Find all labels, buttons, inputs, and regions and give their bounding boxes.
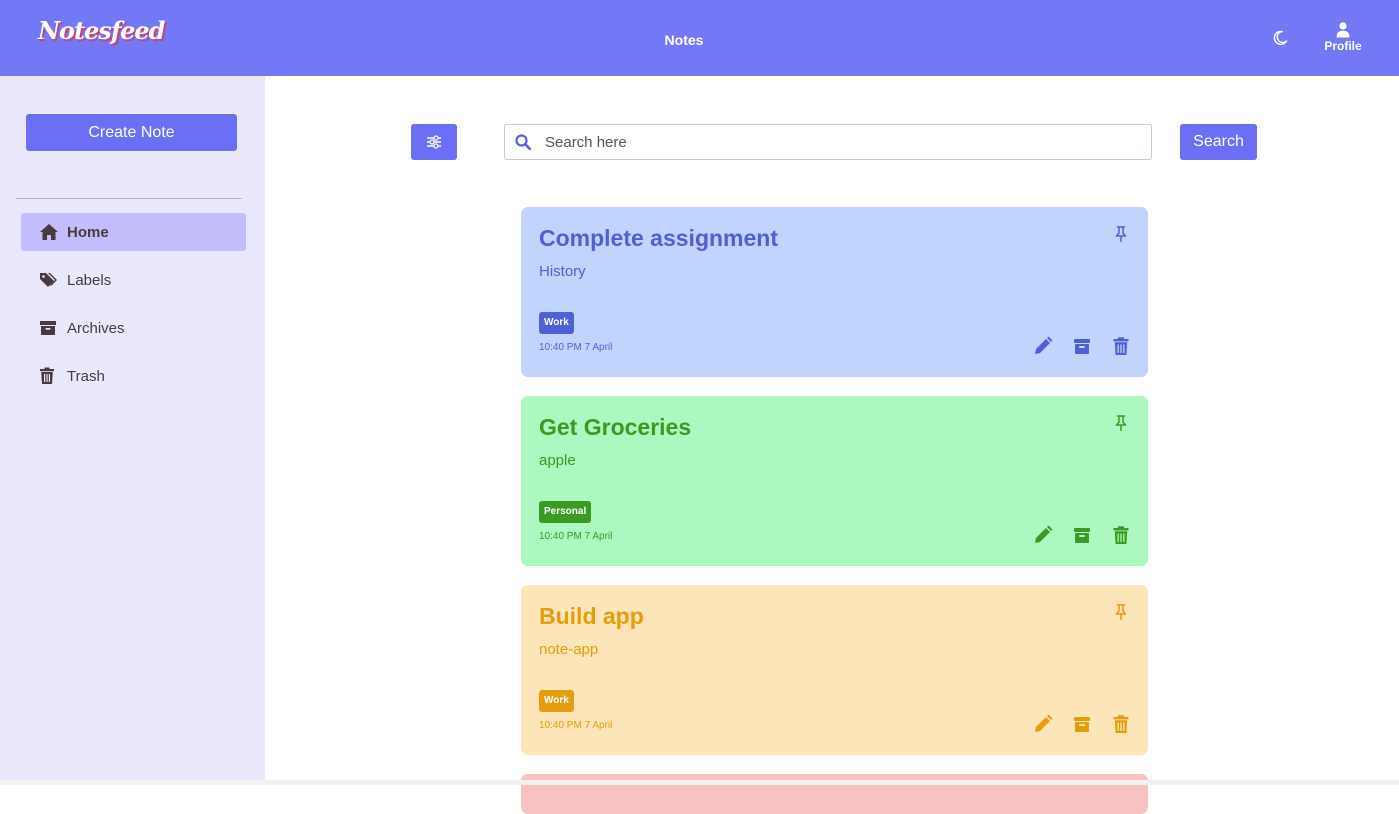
moon-icon[interactable] <box>1272 30 1288 46</box>
trash-icon[interactable] <box>1111 714 1131 734</box>
profile-label: Profile <box>1324 39 1362 53</box>
note-actions <box>1033 525 1150 545</box>
search-icon <box>515 134 531 150</box>
pin-icon[interactable] <box>1114 604 1128 620</box>
note-title: Build app <box>539 603 644 629</box>
archive-icon[interactable] <box>1072 714 1092 734</box>
profile-button[interactable]: Profile <box>1318 22 1368 53</box>
edit-icon[interactable] <box>1033 336 1053 356</box>
sidebar: Create Note Home Labels Archives Trash <box>0 76 265 785</box>
sidebar-nav: Home Labels Archives Trash <box>21 213 246 405</box>
note-title: Complete assignment <box>539 225 778 251</box>
note-actions <box>1033 336 1150 356</box>
note-date: 10:40 PM 7 April <box>539 342 613 353</box>
trash-icon <box>40 367 54 384</box>
app-logo[interactable]: Notesfeed <box>38 16 165 45</box>
sidebar-item-archives[interactable]: Archives <box>21 309 246 347</box>
note-card[interactable]: Complete assignment History Work 10:40 P… <box>521 207 1148 377</box>
search-input[interactable] <box>545 127 1151 157</box>
filter-button[interactable] <box>411 124 457 160</box>
sidebar-item-label: Archives <box>67 319 125 337</box>
create-note-button[interactable]: Create Note <box>26 114 237 151</box>
note-tag[interactable]: Work <box>539 690 574 712</box>
search-box <box>504 124 1152 160</box>
pin-icon[interactable] <box>1114 226 1128 242</box>
sidebar-item-label: Trash <box>67 367 105 385</box>
sidebar-item-label: Home <box>67 223 109 241</box>
home-icon <box>40 224 58 240</box>
horizontal-scrollbar[interactable] <box>0 780 1399 785</box>
note-body: note-app <box>539 641 599 658</box>
sidebar-item-labels[interactable]: Labels <box>21 261 246 299</box>
trash-icon[interactable] <box>1111 525 1131 545</box>
sidebar-item-label: Labels <box>67 271 112 289</box>
note-date: 10:40 PM 7 April <box>539 531 613 542</box>
note-tag[interactable]: Work <box>539 312 574 334</box>
sidebar-item-home[interactable]: Home <box>21 213 246 251</box>
sidebar-item-trash[interactable]: Trash <box>21 357 246 395</box>
archive-icon[interactable] <box>1072 525 1092 545</box>
edit-icon[interactable] <box>1033 714 1053 734</box>
user-icon <box>1336 22 1350 38</box>
note-card[interactable]: Get Groceries apple Personal 10:40 PM 7 … <box>521 396 1148 566</box>
edit-icon[interactable] <box>1033 525 1053 545</box>
pin-icon[interactable] <box>1114 415 1128 431</box>
note-body: apple <box>539 452 576 469</box>
note-card[interactable]: Build app note-app Work 10:40 PM 7 April <box>521 585 1148 755</box>
sidebar-divider <box>16 198 242 199</box>
trash-icon[interactable] <box>1111 336 1131 356</box>
note-title: Get Groceries <box>539 414 692 440</box>
archive-icon <box>40 321 56 335</box>
archive-icon[interactable] <box>1072 336 1092 356</box>
top-navbar: Notesfeed Notes Profile <box>0 0 1399 76</box>
page-title: Notes <box>664 32 704 48</box>
tags-icon <box>40 273 57 287</box>
note-date: 10:40 PM 7 April <box>539 720 613 731</box>
note-actions <box>1033 714 1150 734</box>
note-tag[interactable]: Personal <box>539 501 592 523</box>
sliders-icon <box>427 135 441 149</box>
note-body: History <box>539 263 586 280</box>
search-button[interactable]: Search <box>1180 124 1257 160</box>
